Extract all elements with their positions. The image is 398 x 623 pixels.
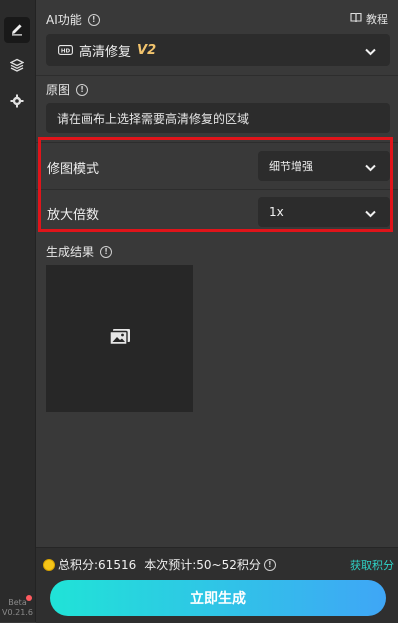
selected-function-version: V2 [137, 42, 157, 58]
result-heading: 生成结果 ! [46, 243, 113, 260]
get-points-link[interactable]: 获取积分 [350, 557, 394, 573]
layers-icon [9, 57, 25, 76]
result-label: 生成结果 [46, 245, 95, 259]
footer-bar: 总积分:61516 本次预计:50~52积分 ! 获取积分 立即生成 [36, 547, 398, 623]
original-placeholder: 请在画布上选择需要高清修复的区域 [57, 111, 250, 126]
ai-function-select[interactable]: HD 高清修复 V2 [46, 34, 390, 66]
selected-function-name: 高清修复 [79, 44, 132, 60]
tutorial-link[interactable]: 教程 [350, 11, 388, 27]
edit-icon [10, 21, 24, 40]
ai-function-label: AI功能 [46, 13, 82, 27]
points-summary: 总积分:61516 本次预计:50~52积分 ! [43, 556, 276, 573]
total-points: 总积分:61516 [58, 558, 137, 572]
layers-tool-button[interactable] [4, 53, 30, 79]
image-placeholder-icon [108, 328, 131, 349]
estimated-points: 本次预计:50~52积分 [144, 558, 261, 572]
original-area-field[interactable]: 请在画布上选择需要高清修复的区域 [46, 103, 390, 133]
book-icon [350, 12, 362, 26]
hd-icon: HD [58, 45, 73, 55]
result-preview [46, 265, 193, 412]
beta-indicator-dot [26, 595, 32, 601]
gear-icon [10, 93, 24, 112]
edit-tool-button[interactable] [4, 17, 30, 43]
coin-icon [43, 558, 55, 571]
info-icon[interactable]: ! [100, 245, 113, 258]
info-icon[interactable]: ! [87, 13, 100, 26]
highlight-box [38, 137, 393, 232]
tutorial-label: 教程 [366, 13, 388, 26]
ai-panel: AI功能 ! 教程 HD 高清修复 V2 原图 ! 请在画布上选择需要高清修复的… [36, 0, 398, 623]
original-heading: 原图 ! [46, 81, 89, 98]
chevron-down-icon [365, 41, 376, 60]
divider [36, 75, 398, 76]
generate-button[interactable]: 立即生成 [50, 580, 386, 616]
info-icon[interactable]: ! [76, 83, 89, 96]
original-label: 原图 [46, 83, 71, 97]
version-label: V0.21.6 [2, 608, 33, 617]
svg-text:HD: HD [61, 48, 71, 54]
left-toolbar: Beta V0.21.6 [0, 0, 36, 622]
ai-function-heading: AI功能 ! [46, 11, 100, 28]
info-icon[interactable]: ! [263, 558, 276, 571]
settings-tool-button[interactable] [4, 89, 30, 115]
